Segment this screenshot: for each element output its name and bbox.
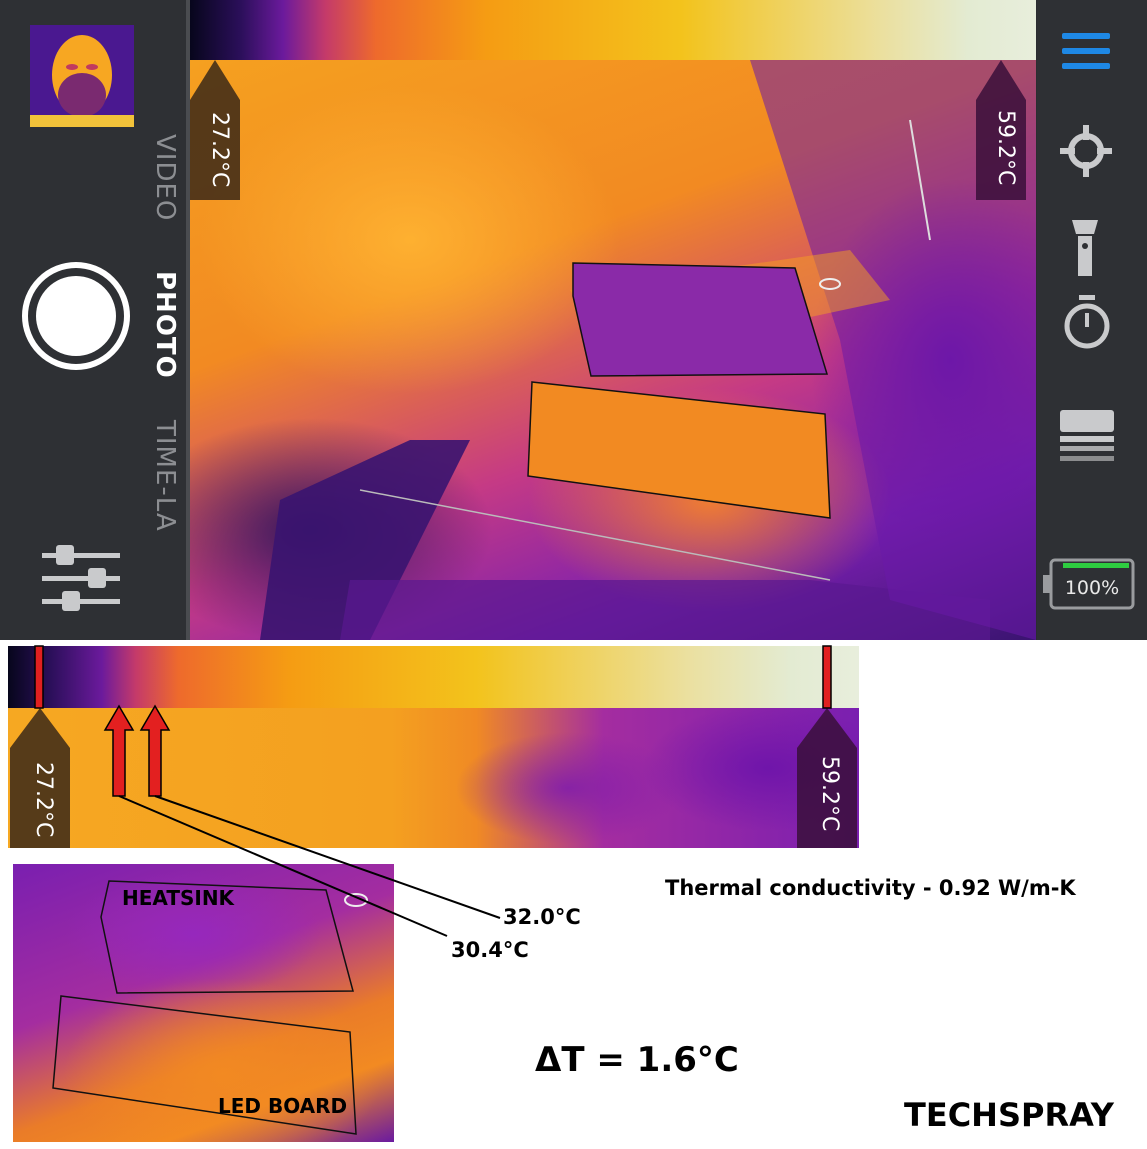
hamburger-menu-icon[interactable] bbox=[1062, 33, 1110, 71]
heatsink-temperature: 30.4°C bbox=[451, 938, 529, 962]
heatsink-label: HEATSINK bbox=[122, 886, 235, 910]
mode-time-lapse[interactable]: TIME-LA bbox=[150, 420, 180, 532]
annotated-thermal-strip bbox=[8, 708, 859, 848]
delta-temperature: ΔT = 1.6°C bbox=[535, 1040, 739, 1080]
mode-photo[interactable]: PHOTO bbox=[150, 271, 180, 379]
led-board-temperature: 32.0°C bbox=[503, 905, 581, 929]
annotated-max-label: 59.2°C bbox=[817, 756, 842, 832]
mode-video[interactable]: VIDEO bbox=[150, 134, 180, 221]
thermal-face-thumbnail bbox=[30, 25, 134, 127]
annotated-min-label: 27.2°C bbox=[31, 762, 56, 838]
crosshair-icon[interactable] bbox=[1060, 125, 1112, 177]
max-temp-label: 59.2°C bbox=[993, 110, 1018, 186]
gallery-thumbnail[interactable] bbox=[30, 25, 134, 127]
temperature-color-scale bbox=[190, 0, 1036, 60]
settings-sliders-icon[interactable] bbox=[42, 543, 122, 613]
min-temp-label: 27.2°C bbox=[207, 112, 232, 188]
layers-icon[interactable] bbox=[1060, 410, 1114, 464]
thermal-scene bbox=[260, 60, 1036, 640]
flashlight-icon[interactable] bbox=[1070, 220, 1100, 276]
thermal-conductivity-note: Thermal conductivity - 0.92 W/m-K bbox=[665, 876, 1076, 900]
annotated-color-scale bbox=[8, 646, 859, 708]
led-board-label: LED BOARD bbox=[218, 1094, 348, 1118]
thermal-image-view[interactable] bbox=[190, 60, 1036, 640]
brand-label: TECHSPRAY bbox=[904, 1096, 1114, 1134]
battery-percentage: 100% bbox=[1064, 577, 1120, 599]
shutter-button-core[interactable] bbox=[36, 276, 116, 356]
timer-icon[interactable] bbox=[1062, 295, 1112, 349]
thermal-camera-app: VIDEO PHOTO TIME-LA 100% 27.2°C 59.2°C bbox=[0, 0, 1147, 640]
